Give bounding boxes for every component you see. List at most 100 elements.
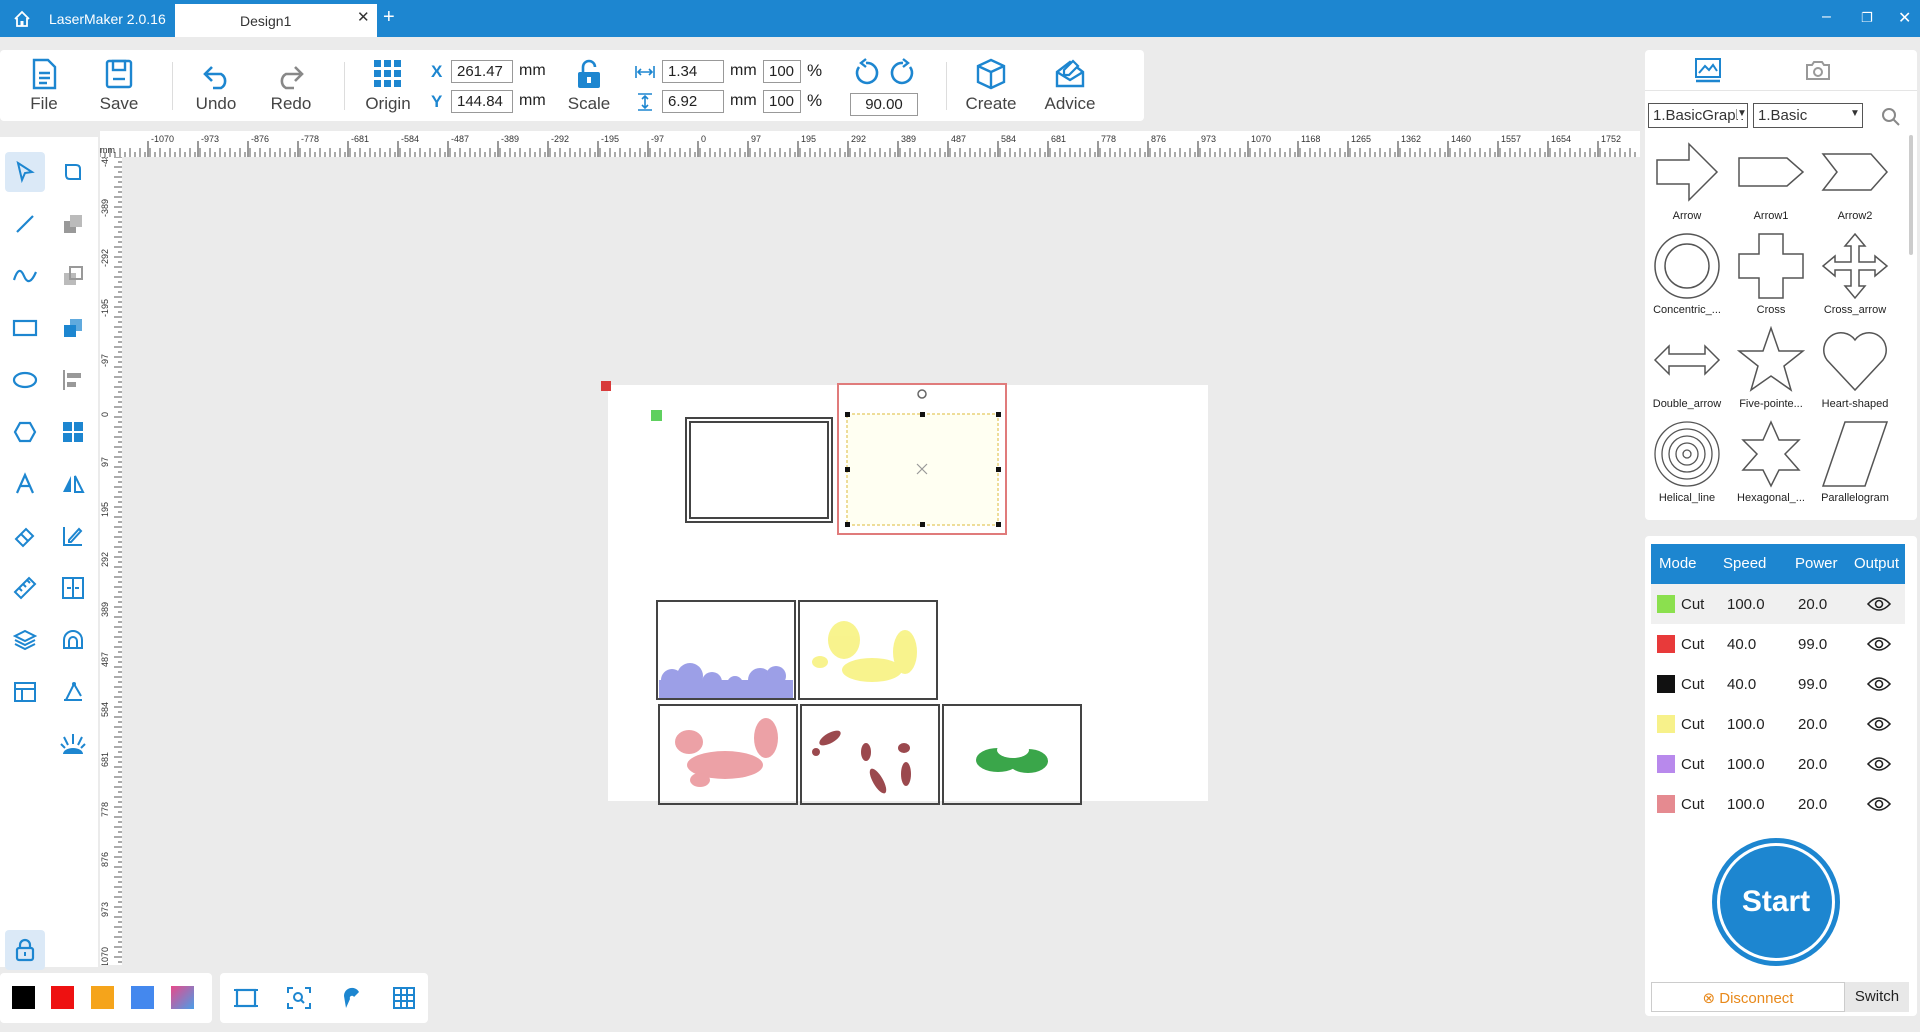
chevron-down-icon: ▼ <box>1850 108 1860 119</box>
category-select[interactable]: 1.BasicGraph <box>1648 103 1748 128</box>
color-swatch-orange[interactable] <box>91 986 114 1009</box>
shape-parallelogram[interactable]: Parallelogram <box>1813 420 1897 504</box>
layer-power: 99.0 <box>1798 676 1828 693</box>
scrollbar[interactable] <box>1909 135 1913 255</box>
rotate-handle[interactable] <box>917 389 927 399</box>
shape-arrow[interactable]: Arrow <box>1645 138 1729 222</box>
shape-label: Five-pointe... <box>1739 398 1803 410</box>
color-swatch-blue[interactable] <box>131 986 154 1009</box>
layer-row[interactable]: Cut 100.0 20.0 <box>1651 784 1905 824</box>
disconnect-button[interactable]: ⊗ Disconnect <box>1651 982 1845 1012</box>
shape-hexagonal-star[interactable]: Hexagonal_... <box>1729 420 1813 504</box>
concentric-shape-icon <box>1654 233 1720 299</box>
layer-color-swatch[interactable] <box>1657 675 1675 693</box>
eye-icon[interactable] <box>1867 676 1891 692</box>
shape-label: Arrow1 <box>1753 210 1789 222</box>
color-swatch-black[interactable] <box>12 986 35 1009</box>
eye-icon[interactable] <box>1867 596 1891 612</box>
shape-heart[interactable]: Heart-shaped <box>1813 326 1897 410</box>
switch-button[interactable]: Switch <box>1845 982 1909 1012</box>
shape-label: Concentric_... <box>1653 304 1721 316</box>
graphics-library-icon <box>1695 58 1721 83</box>
shape-cross[interactable]: Cross <box>1729 232 1813 316</box>
layer-power: 20.0 <box>1798 596 1828 613</box>
start-button[interactable]: Start <box>1712 838 1840 966</box>
layer-mode[interactable]: Cut <box>1681 796 1704 813</box>
layer-mode[interactable]: Cut <box>1681 636 1704 653</box>
layer-color-swatch[interactable] <box>1657 715 1675 733</box>
layer-color-swatch[interactable] <box>1657 795 1675 813</box>
shape-label: Arrow2 <box>1837 210 1873 222</box>
start-label: Start <box>1720 846 1832 958</box>
color-swatch-red[interactable] <box>51 986 74 1009</box>
origin-marker <box>601 381 611 391</box>
shape-arrow2[interactable]: Arrow2 <box>1813 138 1897 222</box>
double-arrow-shape-icon <box>1653 344 1721 376</box>
shape-five-pointed-star[interactable]: Five-pointe... <box>1729 326 1813 410</box>
switch-label: Switch <box>1854 988 1900 1005</box>
layer-row[interactable]: Cut 40.0 99.0 <box>1651 664 1905 704</box>
layer-row[interactable]: Cut 40.0 99.0 <box>1651 624 1905 664</box>
shape-label: Double_arrow <box>1652 398 1722 410</box>
shape-label: Heart-shaped <box>1821 398 1889 410</box>
restore-button[interactable]: ❐ <box>1861 10 1873 26</box>
layer-speed: 100.0 <box>1727 716 1765 733</box>
view-toolbar <box>220 973 428 1023</box>
shape-label: Arrow <box>1672 210 1702 222</box>
layer-mode[interactable]: Cut <box>1681 676 1704 693</box>
color-swatch-gradient[interactable] <box>171 986 194 1009</box>
disconnect-icon: ⊗ <box>1702 990 1720 1007</box>
eye-icon[interactable] <box>1867 636 1891 652</box>
tab-graphics[interactable] <box>1653 50 1763 90</box>
shape-double-arrow[interactable]: Double_arrow <box>1645 326 1729 410</box>
layer-mode[interactable]: Cut <box>1681 756 1704 773</box>
eye-icon[interactable] <box>1867 796 1891 812</box>
shape-helical-line[interactable]: Helical_line <box>1645 420 1729 504</box>
layer-mode[interactable]: Cut <box>1681 716 1704 733</box>
layer-power: 20.0 <box>1798 796 1828 813</box>
minimize-button[interactable]: – <box>1822 8 1831 26</box>
shape-arrow1[interactable]: Arrow1 <box>1729 138 1813 222</box>
tab-camera[interactable] <box>1763 50 1873 90</box>
green-shoes-image <box>976 742 1048 773</box>
layer-speed: 100.0 <box>1727 756 1765 773</box>
header-mode: Mode <box>1659 555 1697 572</box>
layer-row[interactable]: Cut 100.0 20.0 <box>1651 584 1905 624</box>
eye-icon[interactable] <box>1867 756 1891 772</box>
arrow2-shape-icon <box>1821 153 1889 191</box>
selected-object[interactable] <box>837 383 1007 535</box>
subcategory-value: 1.Basic <box>1758 107 1808 124</box>
layer-color-swatch[interactable] <box>1657 755 1675 773</box>
layers-panel: Mode Speed Power Output Cut 100.0 20.0 Cut 4… <box>1645 536 1917 1016</box>
shape-cross-arrow[interactable]: Cross_arrow <box>1813 232 1897 316</box>
eye-icon[interactable] <box>1867 716 1891 732</box>
layer-color-swatch[interactable] <box>1657 595 1675 613</box>
layer-power: 20.0 <box>1798 756 1828 773</box>
layer-row[interactable]: Cut 100.0 20.0 <box>1651 704 1905 744</box>
grid-icon[interactable] <box>392 986 416 1010</box>
layer-speed: 100.0 <box>1727 796 1765 813</box>
shape-label: Parallelogram <box>1821 492 1889 504</box>
shape-label: Cross_arrow <box>1823 304 1887 316</box>
layer-color-swatch[interactable] <box>1657 635 1675 653</box>
shape-concentric-circle[interactable]: Concentric_... <box>1645 232 1729 316</box>
header-speed: Speed <box>1723 555 1767 572</box>
zoom-fit-icon[interactable] <box>286 986 312 1010</box>
arrow1-shape-icon <box>1738 157 1805 187</box>
layer-mode[interactable]: Cut <box>1681 596 1704 613</box>
search-icon[interactable] <box>1881 107 1901 127</box>
fit-page-icon[interactable] <box>233 986 259 1010</box>
close-window-button[interactable]: ✕ <box>1898 8 1911 28</box>
subcategory-select[interactable]: 1.Basic <box>1753 103 1863 128</box>
star-shape-icon <box>1737 326 1805 392</box>
cross-arrow-shape-icon <box>1821 232 1889 300</box>
layer-speed: 40.0 <box>1727 676 1757 693</box>
rectangle-object[interactable] <box>685 417 833 523</box>
library-panel: 1.BasicGraph ▼ 1.Basic ▼ Arrow Arrow1 Ar… <box>1645 50 1917 520</box>
layers-header: Mode Speed Power Output <box>1651 544 1905 584</box>
magnet-icon[interactable] <box>339 986 365 1010</box>
layer-speed: 40.0 <box>1727 636 1757 653</box>
layer-row[interactable]: Cut 100.0 20.0 <box>1651 744 1905 784</box>
spiral-shape-icon <box>1654 421 1720 487</box>
heart-shape-icon <box>1823 332 1887 392</box>
